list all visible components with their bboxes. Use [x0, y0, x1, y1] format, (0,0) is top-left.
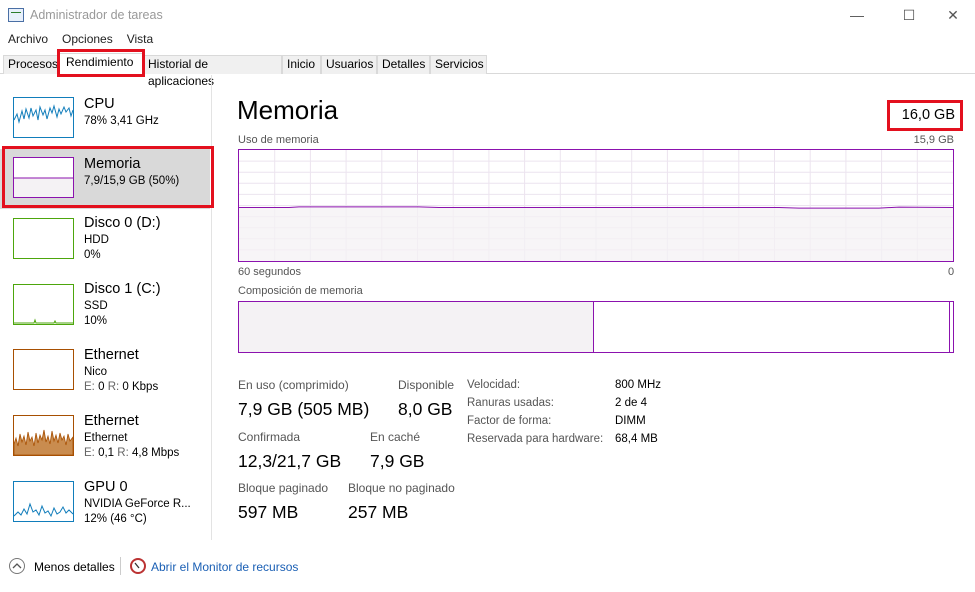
- committed-label: Confirmada: [238, 430, 301, 444]
- sidebar-ethernet2-adapter: Ethernet: [84, 432, 128, 444]
- sidebar-ethernet1-rates: E: 0 R: 0 Kbps: [84, 381, 159, 393]
- tab-rendimiento[interactable]: Rendimiento: [59, 53, 143, 75]
- composition-in-use: [239, 302, 594, 352]
- reserved-label: Reservada para hardware:: [467, 433, 604, 445]
- usage-graph-label: Uso de memoria: [238, 134, 319, 146]
- usage-area: [239, 207, 953, 261]
- sidebar-cpu-detail: 78% 3,41 GHz: [84, 115, 159, 127]
- memory-usage-graph: [238, 149, 954, 262]
- nonpaged-pool-value: 257 MB: [348, 502, 409, 522]
- page-title: Memoria: [237, 95, 339, 125]
- menu-vista[interactable]: Vista: [127, 30, 153, 48]
- form-factor-label: Factor de forma:: [467, 415, 552, 427]
- sidebar-disco0-name: Disco 0 (D:): [84, 215, 161, 231]
- committed-value: 12,3/21,7 GB: [238, 451, 342, 471]
- composition-label: Composición de memoria: [238, 285, 363, 297]
- title-bar: Administrador de tareas — ☐ ✕: [0, 0, 975, 30]
- available-value: 8,0 GB: [398, 399, 453, 419]
- tab-bar: Procesos Rendimiento Historial de aplica…: [0, 53, 975, 88]
- memory-composition-bar: [238, 301, 954, 353]
- sidebar-gpu-name: GPU 0: [84, 479, 128, 495]
- sidebar-item-gpu-0[interactable]: GPU 0 NVIDIA GeForce R... 12% (46 °C): [0, 479, 210, 539]
- ethernet-thumbnail: [13, 415, 74, 456]
- chevron-up-icon[interactable]: [9, 558, 25, 574]
- sidebar-disco0-type: HDD: [84, 234, 109, 246]
- sidebar-item-cpu[interactable]: CPU 78% 3,41 GHz: [0, 95, 210, 155]
- sidebar-memoria-detail: 7,9/15,9 GB (50%): [84, 175, 180, 187]
- task-manager-icon: [8, 8, 24, 22]
- cached-value: 7,9 GB: [370, 451, 425, 471]
- memory-usage-chart: [239, 150, 953, 261]
- sidebar-gpu-model: NVIDIA GeForce R...: [84, 498, 191, 510]
- footer-divider: [120, 557, 121, 575]
- paged-pool-value: 597 MB: [238, 502, 299, 522]
- tab-detalles[interactable]: Detalles: [377, 55, 430, 74]
- sidebar-disco1-usage: 10%: [84, 315, 108, 327]
- cpu-thumbnail: [13, 97, 74, 138]
- nonpaged-pool-label: Bloque no paginado: [348, 481, 455, 495]
- ethernet-nico-thumbnail: [13, 349, 74, 390]
- graph-time-right: 0: [948, 266, 955, 278]
- composition-modified: [949, 302, 950, 352]
- sidebar: CPU 78% 3,41 GHz Memoria 7,9/15,9 GB (50…: [0, 75, 212, 540]
- open-resource-monitor-link[interactable]: Abrir el Monitor de recursos: [151, 560, 298, 574]
- reserved-value: 68,4 MB: [615, 433, 658, 445]
- sidebar-ethernet2-name: Ethernet: [84, 413, 139, 429]
- footer: Menos detalles Abrir el Monitor de recur…: [0, 553, 975, 581]
- disk1-thumbnail: [13, 284, 74, 325]
- minimize-button[interactable]: —: [834, 2, 880, 28]
- speed-value: 800 MHz: [615, 379, 662, 391]
- less-details-button[interactable]: Menos detalles: [34, 560, 115, 574]
- gpu-thumbnail: [13, 481, 74, 522]
- menu-opciones[interactable]: Opciones: [62, 30, 113, 48]
- sidebar-item-ethernet-nico[interactable]: Ethernet Nico E: 0 R: 0 Kbps: [0, 347, 210, 407]
- graph-time-left: 60 segundos: [238, 266, 301, 278]
- sidebar-disco1-name: Disco 1 (C:): [84, 281, 161, 297]
- sidebar-gpu-usage: 12% (46 °C): [84, 513, 147, 525]
- in-use-value: 7,9 GB (505 MB): [238, 399, 370, 419]
- sidebar-memoria-name: Memoria: [84, 156, 141, 172]
- speed-label: Velocidad:: [467, 379, 521, 391]
- memory-total: 16,0 GB: [901, 107, 955, 123]
- sidebar-item-disco-1[interactable]: Disco 1 (C:) SSD 10%: [0, 281, 210, 341]
- cached-label: En caché: [370, 430, 421, 444]
- tab-servicios[interactable]: Servicios: [430, 55, 487, 74]
- sidebar-item-memoria[interactable]: Memoria 7,9/15,9 GB (50%): [0, 149, 210, 209]
- paged-pool-label: Bloque paginado: [238, 481, 329, 495]
- resource-monitor-icon: [130, 558, 146, 574]
- maximize-button[interactable]: ☐: [886, 2, 932, 28]
- disk0-thumbnail: [13, 218, 74, 259]
- sidebar-ethernet1-name: Ethernet: [84, 347, 139, 363]
- usage-graph-max: 15,9 GB: [913, 134, 954, 146]
- sidebar-cpu-name: CPU: [84, 96, 115, 112]
- sidebar-disco1-type: SSD: [84, 300, 108, 312]
- menu-bar: Archivo Opciones Vista: [0, 30, 975, 48]
- close-button[interactable]: ✕: [930, 2, 975, 28]
- sidebar-item-disco-0[interactable]: Disco 0 (D:) HDD 0%: [0, 215, 210, 275]
- tab-inicio[interactable]: Inicio: [282, 55, 321, 74]
- slots-value: 2 de 4: [615, 397, 647, 409]
- sidebar-disco0-usage: 0%: [84, 249, 101, 261]
- tab-usuarios[interactable]: Usuarios: [321, 55, 377, 74]
- tab-historial[interactable]: Historial de aplicaciones: [143, 55, 282, 88]
- window-title: Administrador de tareas: [30, 8, 163, 22]
- tab-procesos[interactable]: Procesos: [3, 55, 58, 74]
- form-factor-value: DIMM: [615, 415, 646, 427]
- in-use-label: En uso (comprimido): [238, 378, 349, 392]
- sidebar-ethernet2-rates: E: 0,1 R: 4,8 Mbps: [84, 447, 180, 459]
- slots-label: Ranuras usadas:: [467, 397, 554, 409]
- sidebar-ethernet1-adapter: Nico: [84, 366, 108, 378]
- memory-thumbnail: [13, 157, 74, 198]
- sidebar-item-ethernet[interactable]: Ethernet Ethernet E: 0,1 R: 4,8 Mbps: [0, 413, 210, 473]
- available-label: Disponible: [398, 378, 455, 392]
- menu-archivo[interactable]: Archivo: [8, 30, 48, 48]
